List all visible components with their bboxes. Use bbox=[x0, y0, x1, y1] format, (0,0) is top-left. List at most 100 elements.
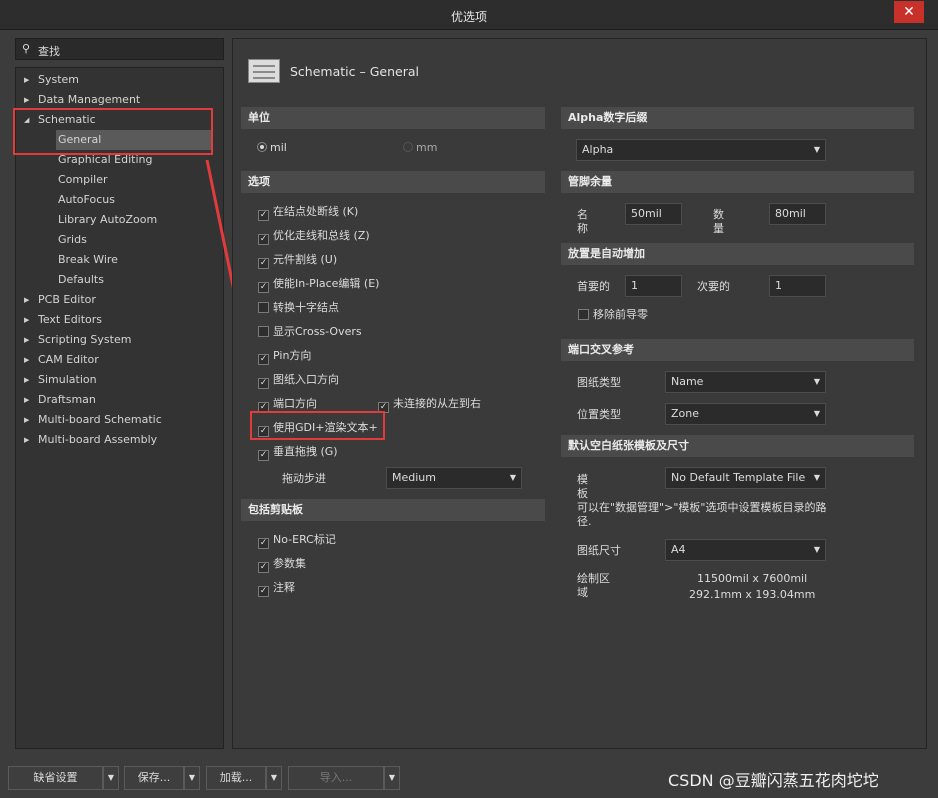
checkbox-empty-icon bbox=[258, 302, 269, 313]
annotation-box-gdi bbox=[250, 411, 385, 440]
tree-item-system[interactable]: ▶ System bbox=[24, 70, 219, 90]
checkbox-inplace-edit[interactable]: ✓ 使能In-Place编辑 (E) bbox=[258, 276, 379, 293]
tree-item-scripting-system[interactable]: ▶ Scripting System bbox=[24, 330, 131, 350]
checkbox-port-direction[interactable]: ✓ 端口方向 bbox=[258, 396, 317, 413]
tree-item-compiler[interactable]: Compiler bbox=[58, 170, 108, 190]
radio-mil[interactable]: mil bbox=[257, 140, 287, 156]
defaults-button[interactable]: 缺省设置 bbox=[8, 766, 103, 790]
chevron-down-icon: ▼ bbox=[270, 773, 278, 782]
sheet-size-label: 图纸尺寸 bbox=[577, 544, 621, 557]
pin-number-label: 数 量 bbox=[713, 208, 724, 235]
primary-increment-input[interactable]: 1 bbox=[625, 275, 682, 297]
page-title: Schematic – General bbox=[290, 64, 419, 79]
chevron-right-icon[interactable]: ▶ bbox=[24, 430, 34, 450]
chevron-right-icon[interactable]: ▶ bbox=[24, 370, 34, 390]
template-label: 模 板 bbox=[577, 473, 588, 500]
title-bar: 优选项 ✕ bbox=[0, 0, 938, 30]
tree-item-draftsman[interactable]: ▶ Draftsman bbox=[24, 390, 96, 410]
save-button[interactable]: 保存... bbox=[124, 766, 184, 790]
checkbox-break-at-junction[interactable]: ✓ 在结点处断线 (K) bbox=[258, 204, 358, 221]
section-units: 单位 bbox=[241, 107, 545, 129]
settings-tree: ▶ System ▶ Data Management ◢ Schematic Gene… bbox=[15, 67, 224, 749]
tree-item-cam-editor[interactable]: ▶ CAM Editor bbox=[24, 350, 99, 370]
close-button[interactable]: ✕ bbox=[894, 1, 924, 23]
chevron-right-icon[interactable]: ▶ bbox=[24, 70, 34, 90]
drawing-area-mil: 11500mil x 7600mil bbox=[697, 572, 808, 585]
chevron-down-icon: ▼ bbox=[813, 145, 820, 154]
chevron-right-icon[interactable]: ▶ bbox=[24, 350, 34, 370]
tree-item-pcb-editor[interactable]: ▶ PCB Editor bbox=[24, 290, 96, 310]
pin-name-label: 名 称 bbox=[577, 208, 588, 235]
section-auto-increment: 放置是自动增加 bbox=[561, 243, 914, 265]
sheet-size-select[interactable]: A4 ▼ bbox=[665, 539, 826, 561]
checkbox-show-cross-overs[interactable]: 显示Cross-Overs bbox=[258, 324, 362, 340]
location-type-select[interactable]: Zone ▼ bbox=[665, 403, 826, 425]
tree-item-text-editors[interactable]: ▶ Text Editors bbox=[24, 310, 102, 330]
section-port-cross-ref: 端口交叉参考 bbox=[561, 339, 914, 361]
checkbox-component-cut[interactable]: ✓ 元件割线 (U) bbox=[258, 252, 337, 269]
check-icon: ✓ bbox=[258, 258, 269, 269]
sheet-type-select[interactable]: Name ▼ bbox=[665, 371, 826, 393]
template-select[interactable]: No Default Template File ▼ bbox=[665, 467, 826, 489]
checkbox-remove-leading-zero[interactable]: 移除前导零 bbox=[578, 307, 648, 323]
chevron-right-icon[interactable]: ▶ bbox=[24, 290, 34, 310]
pin-name-margin-input[interactable]: 50mil bbox=[625, 203, 682, 225]
tree-item-simulation[interactable]: ▶ Simulation bbox=[24, 370, 97, 390]
tree-item-grids[interactable]: Grids bbox=[58, 230, 87, 250]
radio-selected-icon bbox=[257, 142, 267, 152]
search-icon: ⚲ bbox=[22, 42, 31, 55]
chevron-down-icon: ▼ bbox=[813, 409, 820, 418]
tree-item-data-management[interactable]: ▶ Data Management bbox=[24, 90, 219, 110]
tree-item-autofocus[interactable]: AutoFocus bbox=[58, 190, 115, 210]
pin-number-margin-input[interactable]: 80mil bbox=[769, 203, 826, 225]
checkbox-vertical-drag[interactable]: ✓ 垂直拖拽 (G) bbox=[258, 444, 338, 461]
chevron-right-icon[interactable]: ▶ bbox=[24, 410, 34, 430]
save-dropdown[interactable]: ▼ bbox=[184, 766, 200, 790]
tree-item-defaults[interactable]: Defaults bbox=[58, 270, 104, 290]
template-hint: 可以在"数据管理">"模板"选项中设置模板目录的路 径. bbox=[577, 501, 827, 528]
chevron-down-icon: ▼ bbox=[188, 773, 196, 782]
schematic-icon bbox=[248, 59, 280, 83]
radio-mm[interactable]: mm bbox=[403, 140, 437, 156]
checkbox-convert-cross-junction[interactable]: 转换十字结点 bbox=[258, 300, 339, 316]
check-icon: ✓ bbox=[258, 586, 269, 597]
check-icon: ✓ bbox=[258, 234, 269, 245]
checkbox-empty-icon bbox=[578, 309, 589, 320]
chevron-right-icon[interactable]: ▶ bbox=[24, 330, 34, 350]
drag-step-select[interactable]: Medium ▼ bbox=[386, 467, 522, 489]
import-button[interactable]: 导入... bbox=[288, 766, 384, 790]
section-alpha-suffix: Alpha数字后缀 bbox=[561, 107, 914, 129]
chevron-right-icon[interactable]: ▶ bbox=[24, 90, 34, 110]
defaults-dropdown[interactable]: ▼ bbox=[103, 766, 119, 790]
checkbox-empty-icon bbox=[258, 326, 269, 337]
checkbox-parameter-set[interactable]: ✓ 参数集 bbox=[258, 556, 306, 573]
chevron-right-icon[interactable]: ▶ bbox=[24, 310, 34, 330]
chevron-down-icon: ▼ bbox=[509, 473, 516, 482]
tree-item-library-autozoom[interactable]: Library AutoZoom bbox=[58, 210, 157, 230]
check-icon: ✓ bbox=[258, 378, 269, 389]
checkbox-unconnected-left-right[interactable]: ✓ 未连接的从左到右 bbox=[378, 396, 481, 413]
load-button[interactable]: 加载... bbox=[206, 766, 266, 790]
chevron-right-icon[interactable]: ▶ bbox=[24, 390, 34, 410]
secondary-increment-input[interactable]: 1 bbox=[769, 275, 826, 297]
checkbox-pin-direction[interactable]: ✓ Pin方向 bbox=[258, 348, 311, 365]
check-icon: ✓ bbox=[258, 282, 269, 293]
primary-label: 首要的 bbox=[577, 280, 610, 293]
watermark: CSDN @豆瓣闪蒸五花肉坨坨 bbox=[668, 771, 879, 790]
tree-item-multi-board-assembly[interactable]: ▶ Multi-board Assembly bbox=[24, 430, 157, 450]
check-icon: ✓ bbox=[258, 538, 269, 549]
tree-item-break-wire[interactable]: Break Wire bbox=[58, 250, 118, 270]
load-dropdown[interactable]: ▼ bbox=[266, 766, 282, 790]
chevron-down-icon: ▼ bbox=[813, 545, 820, 554]
chevron-down-icon: ▼ bbox=[388, 773, 396, 782]
checkbox-sheet-entry-direction[interactable]: ✓ 图纸入口方向 bbox=[258, 372, 339, 389]
section-options: 选项 bbox=[241, 171, 545, 193]
import-dropdown[interactable]: ▼ bbox=[384, 766, 400, 790]
checkbox-no-erc[interactable]: ✓ No-ERC标记 bbox=[258, 532, 336, 549]
checkbox-notes[interactable]: ✓ 注释 bbox=[258, 580, 295, 597]
search-input[interactable]: ⚲ 查找 bbox=[15, 38, 224, 60]
window-title: 优选项 bbox=[450, 10, 487, 24]
tree-item-multi-board-schematic[interactable]: ▶ Multi-board Schematic bbox=[24, 410, 162, 430]
checkbox-optimize-wires[interactable]: ✓ 优化走线和总线 (Z) bbox=[258, 228, 370, 245]
alpha-suffix-select[interactable]: Alpha ▼ bbox=[576, 139, 826, 161]
